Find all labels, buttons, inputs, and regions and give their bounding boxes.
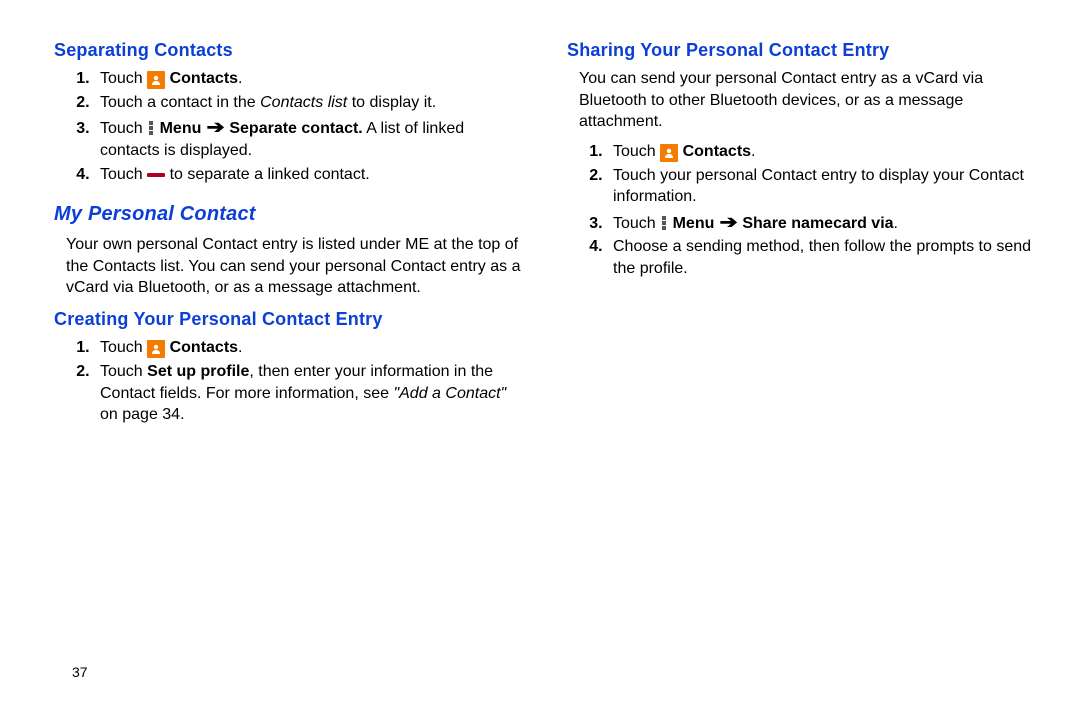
text: Touch bbox=[100, 70, 147, 87]
bold-contacts: Contacts bbox=[170, 70, 238, 87]
menu-icon bbox=[662, 216, 666, 230]
heading-creating-contact-entry: Creating Your Personal Contact Entry bbox=[54, 307, 523, 331]
text: Touch bbox=[100, 166, 147, 183]
bold-share-namecard: Share namecard via bbox=[738, 215, 894, 232]
contacts-icon bbox=[147, 71, 165, 89]
text: Choose a sending method, then follow the… bbox=[613, 238, 1031, 277]
text: Touch your personal Contact entry to dis… bbox=[613, 167, 1024, 206]
bold-contacts: Contacts bbox=[170, 339, 238, 356]
step-1: Touch Contacts. bbox=[94, 337, 523, 359]
text: Touch bbox=[100, 363, 147, 380]
bold-separate: Separate contact. bbox=[225, 120, 363, 137]
arrow-icon: ➔ bbox=[206, 115, 224, 139]
text: Touch bbox=[613, 143, 660, 160]
text: on page 34. bbox=[100, 406, 185, 423]
page-number: 37 bbox=[72, 664, 88, 680]
separating-steps-list: Touch Contacts. Touch a contact in the C… bbox=[54, 68, 523, 185]
personal-contact-description: Your own personal Contact entry is liste… bbox=[66, 234, 523, 299]
heading-my-personal-contact: My Personal Contact bbox=[54, 201, 523, 228]
bold-menu: Menu bbox=[160, 120, 206, 137]
menu-icon bbox=[149, 121, 153, 135]
step-4: Touch to separate a linked contact. bbox=[94, 164, 523, 186]
text: . bbox=[751, 143, 755, 160]
bold-setup-profile: Set up profile bbox=[147, 363, 249, 380]
step-2: Touch a contact in the Contacts list to … bbox=[94, 92, 523, 114]
minus-icon bbox=[147, 173, 165, 177]
bold-menu: Menu bbox=[673, 215, 719, 232]
arrow-icon: ➔ bbox=[719, 210, 737, 234]
sharing-description: You can send your personal Contact entry… bbox=[579, 68, 1040, 133]
text: to display it. bbox=[347, 94, 436, 111]
step-1: Touch Contacts. bbox=[94, 68, 523, 90]
italic-contacts-list: Contacts list bbox=[260, 94, 347, 111]
text: to separate a linked contact. bbox=[170, 166, 370, 183]
step-1: Touch Contacts. bbox=[607, 141, 1040, 163]
heading-separating-contacts: Separating Contacts bbox=[54, 38, 523, 62]
contacts-icon bbox=[147, 340, 165, 358]
text: . bbox=[238, 339, 242, 356]
bold-contacts: Contacts bbox=[683, 143, 751, 160]
heading-sharing-contact-entry: Sharing Your Personal Contact Entry bbox=[567, 38, 1040, 62]
left-column: Separating Contacts Touch Contacts. Touc… bbox=[54, 38, 547, 720]
step-3: Touch Menu ➔ Share namecard via. bbox=[607, 210, 1040, 235]
step-2: Touch Set up profile, then enter your in… bbox=[94, 361, 523, 426]
right-column: Sharing Your Personal Contact Entry You … bbox=[547, 38, 1040, 720]
text: Touch bbox=[100, 120, 147, 137]
manual-page: Separating Contacts Touch Contacts. Touc… bbox=[0, 0, 1080, 720]
italic-add-contact: "Add a Contact" bbox=[393, 385, 506, 402]
text: . bbox=[894, 215, 898, 232]
text: Touch bbox=[100, 339, 147, 356]
step-3: Touch Menu ➔ Separate contact. A list of… bbox=[94, 115, 523, 161]
creating-steps-list: Touch Contacts. Touch Set up profile, th… bbox=[54, 337, 523, 425]
step-2: Touch your personal Contact entry to dis… bbox=[607, 165, 1040, 208]
sharing-steps-list: Touch Contacts. Touch your personal Cont… bbox=[567, 141, 1040, 280]
text: Touch bbox=[613, 215, 660, 232]
contacts-icon bbox=[660, 144, 678, 162]
text: Touch a contact in the bbox=[100, 94, 260, 111]
text: . bbox=[238, 70, 242, 87]
step-4: Choose a sending method, then follow the… bbox=[607, 236, 1040, 279]
